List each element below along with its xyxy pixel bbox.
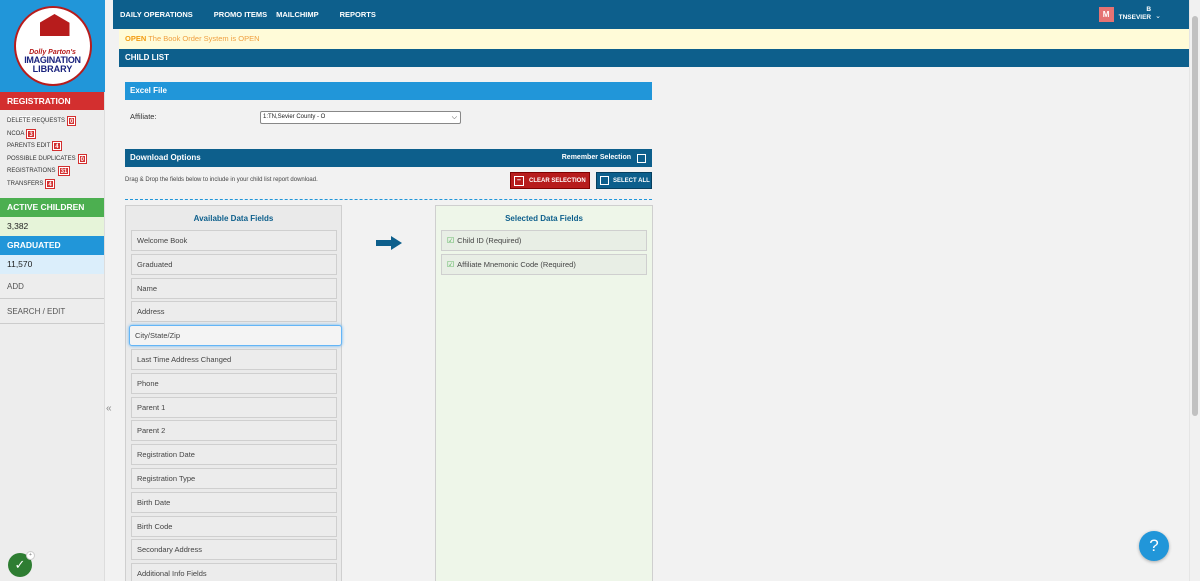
remember-selection[interactable]: Remember Selection	[562, 149, 646, 167]
alert-label: PARENTS EDIT	[7, 143, 51, 150]
arrow-right-icon	[376, 236, 402, 250]
nav-daily-operations[interactable]: DAILY OPERATIONS	[120, 10, 193, 19]
download-options-title: Download Options	[130, 153, 201, 162]
graduated-count: 11,570	[0, 255, 104, 274]
selected-field-label: Child ID (Required)	[457, 236, 522, 245]
nav-promo-items[interactable]: PROMO ITEMS	[214, 10, 267, 19]
selected-field-label: Affiliate Mnemonic Code (Required)	[457, 259, 576, 269]
field-last-address-changed[interactable]: Last Time Address Changed	[131, 348, 337, 370]
sidebar-link-search-edit[interactable]: SEARCH / EDIT	[0, 299, 104, 324]
imagination-library-logo[interactable]: Dolly Parton's IMAGINATION LIBRARY	[13, 6, 92, 86]
plus-badge-icon: +	[26, 551, 35, 560]
selected-field-child-id[interactable]: ☑ Child ID (Required)	[441, 230, 647, 251]
user-menu[interactable]: M B TNSEVIER ⌄	[1098, 6, 1161, 22]
field-birth-code[interactable]: Birth Code	[131, 515, 337, 537]
field-address[interactable]: Address	[131, 301, 337, 323]
field-registration-date[interactable]: Registration Date	[131, 444, 337, 466]
page-scrollbar[interactable]	[1189, 0, 1200, 581]
sidebar-link-add[interactable]: ADD	[0, 274, 104, 299]
field-welcome-book[interactable]: Welcome Book	[131, 230, 337, 251]
alert-count-badge: 31	[57, 166, 71, 177]
field-birth-date[interactable]: Birth Date	[131, 491, 337, 513]
divider	[125, 199, 652, 200]
check-icon: ☑	[447, 236, 455, 245]
field-graduated[interactable]: Graduated	[131, 253, 337, 275]
order-status-banner: OPEN The Book Order System is OPEN	[119, 29, 1189, 49]
logo-line-3: LIBRARY	[32, 63, 73, 74]
field-name[interactable]: Name	[131, 277, 337, 299]
page-title: CHILD LIST	[119, 49, 1189, 67]
excel-file-header: Excel File	[125, 82, 652, 100]
clear-selection-button[interactable]: – CLEAR SELECTION	[510, 172, 590, 189]
minus-box-icon: –	[514, 175, 524, 186]
alert-list: DELETE REQUESTS 0 NCOA 3 PARENTS EDIT 4 POS…	[0, 110, 104, 196]
drag-drop-help-text: Drag & Drop the fields below to include …	[125, 177, 318, 183]
logo-area: Dolly Parton's IMAGINATION LIBRARY	[0, 0, 105, 92]
affiliate-label: Affiliate:	[130, 112, 157, 121]
avatar: M	[1098, 6, 1114, 22]
graduated-header[interactable]: GRADUATED	[0, 236, 104, 255]
remember-selection-checkbox[interactable]	[637, 153, 646, 163]
selected-fields-title: Selected Data Fields	[505, 214, 583, 223]
order-status: OPEN	[125, 34, 147, 43]
user-top-text: B	[1146, 6, 1152, 13]
logo-house-graphic	[39, 14, 70, 36]
affiliate-select[interactable]: 1:TN,Sevier County - O ⌵	[260, 111, 461, 124]
chevron-down-icon: ⌄	[1155, 13, 1161, 20]
select-all-label: SELECT ALL	[613, 177, 650, 184]
field-parent-1[interactable]: Parent 1	[131, 396, 337, 418]
alert-count-badge: 4	[45, 178, 55, 189]
selected-field-affiliate-code[interactable]: ☑ Affiliate Mnemonic Code (Required)	[441, 253, 647, 275]
scrollbar-thumb[interactable]	[1192, 16, 1198, 416]
selected-fields-panel: Selected Data Fields ☑ Child ID (Required…	[435, 205, 653, 581]
sidebar: Dolly Parton's IMAGINATION LIBRARY REGIS…	[0, 0, 105, 581]
download-options-header: Download Options Remember Selection	[125, 149, 652, 167]
user-name: TNSEVIER	[1118, 14, 1152, 21]
alert-possible-duplicates[interactable]: POSSIBLE DUPLICATES 0	[7, 153, 104, 166]
alert-parents-edit[interactable]: PARENTS EDIT 4	[7, 140, 104, 153]
field-secondary-address[interactable]: Secondary Address	[131, 539, 337, 561]
available-fields-title: Available Data Fields	[193, 214, 274, 223]
checkbox-icon	[600, 176, 609, 185]
nav-reports[interactable]: REPORTS	[340, 10, 376, 19]
alert-transfers[interactable]: TRANSFERS 4	[7, 178, 104, 191]
top-navigation: DAILY OPERATIONS PROMO ITEMS MAILCHIMP R…	[113, 0, 1189, 29]
available-fields-panel: Available Data Fields Welcome Book Gradu…	[125, 205, 342, 581]
help-button[interactable]: ?	[1139, 531, 1169, 561]
alert-label: DELETE REQUESTS	[7, 118, 66, 125]
select-all-button[interactable]: SELECT ALL	[596, 172, 652, 189]
alert-count-badge: 4	[52, 141, 62, 152]
collapse-sidebar-icon[interactable]: «	[106, 403, 112, 414]
registration-alerts-header: REGISTRATION ALERTS	[0, 92, 104, 124]
field-phone[interactable]: Phone	[131, 372, 337, 394]
nav-mailchimp[interactable]: MAILCHIMP	[276, 10, 319, 19]
remember-selection-label: Remember Selection	[561, 154, 631, 161]
alert-label: REGISTRATIONS	[7, 168, 56, 175]
active-children-count: 3,382	[0, 217, 104, 236]
order-status-message: The Book Order System is OPEN	[148, 34, 260, 43]
field-registration-type[interactable]: Registration Type	[131, 467, 337, 489]
chevron-down-icon: ⌵	[451, 114, 457, 121]
alert-count-badge: 3	[26, 128, 36, 139]
alert-registrations[interactable]: REGISTRATIONS 31	[7, 165, 104, 178]
check-icon: ☑	[447, 259, 455, 269]
field-parent-2[interactable]: Parent 2	[131, 420, 337, 442]
active-children-header[interactable]: ACTIVE CHILDREN	[0, 198, 104, 217]
alert-count-badge: 0	[77, 153, 87, 164]
alert-count-badge: 0	[66, 116, 77, 127]
alert-label: POSSIBLE DUPLICATES	[7, 155, 76, 162]
alert-label: NCOA	[7, 130, 25, 137]
affiliate-select-value: 1:TN,Sevier County - O	[263, 114, 326, 120]
alert-ncoa[interactable]: NCOA 3	[7, 128, 104, 141]
user-info: B TNSEVIER	[1119, 6, 1152, 22]
field-additional-info[interactable]: Additional Info Fields	[131, 563, 337, 581]
alert-label: TRANSFERS	[7, 180, 44, 187]
clear-selection-label: CLEAR SELECTION	[529, 177, 586, 184]
field-city-state-zip[interactable]: City/State/Zip	[129, 325, 342, 347]
